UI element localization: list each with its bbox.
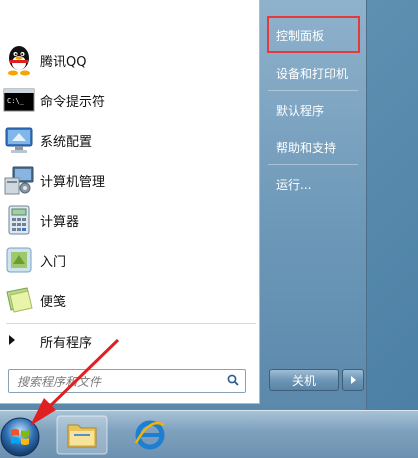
annotation-arrow xyxy=(30,338,120,426)
